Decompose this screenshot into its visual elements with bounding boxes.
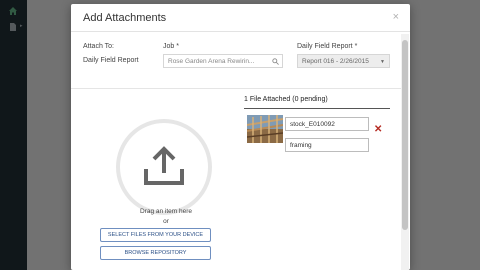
attachment-row: stock_E010092 framing ✕ bbox=[244, 110, 390, 154]
modal-header: Add Attachments × bbox=[71, 4, 410, 32]
chevron-down-icon: ▼ bbox=[380, 59, 385, 65]
report-label: Daily Field Report * bbox=[297, 43, 358, 50]
attachment-description-field[interactable]: framing bbox=[285, 138, 369, 152]
remove-attachment-button[interactable]: ✕ bbox=[374, 124, 382, 135]
attached-files-divider bbox=[244, 108, 390, 109]
job-label: Job * bbox=[163, 43, 179, 50]
attached-files-header: 1 File Attached (0 pending) bbox=[244, 96, 328, 103]
add-attachments-modal: Add Attachments × Attach To: Daily Field… bbox=[71, 4, 410, 270]
upload-icon bbox=[144, 146, 184, 185]
scrollbar-thumb[interactable] bbox=[402, 40, 408, 230]
job-search-field[interactable]: Rose Garden Arena Rewirin... bbox=[163, 54, 283, 68]
attach-to-label: Attach To: bbox=[83, 43, 115, 50]
report-select[interactable]: Report 016 - 2/26/2015 ▼ bbox=[297, 54, 390, 68]
modal-title: Add Attachments bbox=[83, 12, 167, 24]
attachment-name-field[interactable]: stock_E010092 bbox=[285, 117, 369, 131]
attachment-thumbnail[interactable] bbox=[247, 115, 283, 143]
framing-photo-image bbox=[247, 115, 283, 143]
report-select-value: Report 016 - 2/26/2015 bbox=[302, 58, 369, 65]
drag-instruction: Drag an item here bbox=[139, 208, 193, 215]
attach-to-value: Daily Field Report bbox=[83, 57, 139, 64]
or-separator: or bbox=[163, 218, 169, 225]
upload-dropzone[interactable] bbox=[116, 119, 212, 215]
job-search-placeholder: Rose Garden Arena Rewirin... bbox=[168, 58, 255, 65]
modal-scrollbar[interactable] bbox=[401, 34, 409, 270]
section-divider bbox=[71, 88, 401, 89]
browse-repository-button[interactable]: BROWSE REPOSITORY bbox=[100, 246, 211, 260]
select-files-button[interactable]: SELECT FILES FROM YOUR DEVICE bbox=[100, 228, 211, 242]
search-icon[interactable] bbox=[272, 58, 279, 65]
close-button[interactable]: × bbox=[393, 11, 399, 23]
